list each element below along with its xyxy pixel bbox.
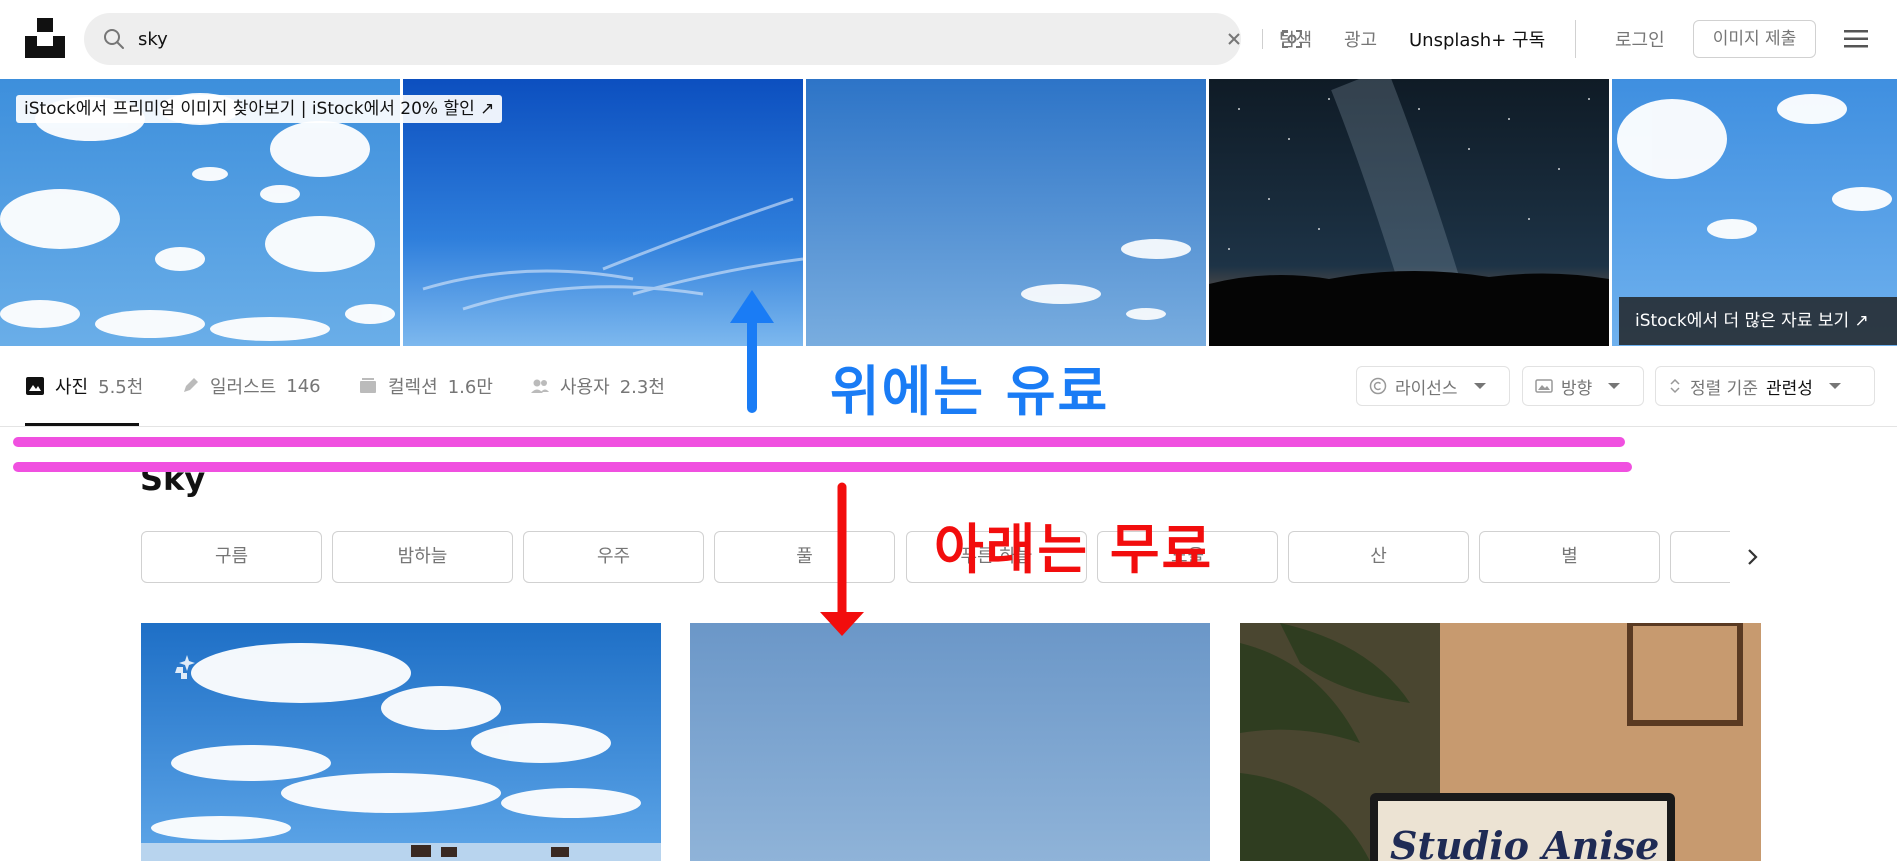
sort-icon	[1670, 378, 1680, 394]
submit-image-button[interactable]: 이미지 제출	[1693, 20, 1816, 58]
unsplash-plus-icon	[175, 655, 195, 679]
search-bar	[84, 13, 1302, 65]
chevron-down-icon	[1608, 383, 1621, 389]
search-divider	[1262, 29, 1263, 49]
license-dropdown[interactable]: 라이선스	[1356, 366, 1510, 406]
license-label: 라이선스	[1395, 378, 1458, 399]
clear-search-icon[interactable]	[1222, 27, 1246, 51]
tab-users-label: 사용자	[560, 377, 610, 398]
photo-card-3[interactable]: Studio Anise	[1240, 623, 1761, 861]
orientation-icon	[1535, 379, 1553, 393]
sort-dropdown[interactable]: 정렬 기준 관련성	[1655, 366, 1875, 406]
tab-photos[interactable]: 사진 5.5천	[25, 374, 143, 398]
search-input[interactable]	[138, 25, 1138, 53]
tab-users[interactable]: 사용자 2.3천	[530, 374, 665, 398]
tab-photos-label: 사진	[55, 377, 89, 398]
collection-icon	[360, 378, 376, 393]
users-icon	[531, 379, 549, 393]
orientation-label: 방향	[1561, 378, 1593, 399]
chevron-down-icon	[1473, 383, 1486, 389]
studio-anise-logo: Studio Anise	[1390, 823, 1659, 861]
login-link[interactable]: 로그인	[1615, 26, 1665, 52]
annotation-free-label: 아래는 무료	[934, 518, 1214, 581]
nav-advertise[interactable]: 광고	[1344, 26, 1377, 52]
tab-illustrations[interactable]: 일러스트 146	[180, 374, 321, 398]
nav-explore[interactable]: 탐색	[1279, 26, 1312, 52]
chip-stars[interactable]: 별	[1479, 531, 1660, 583]
chip-mountain[interactable]: 산	[1288, 531, 1469, 583]
top-header: 탐색 광고 Unsplash+ 구독 로그인 이미지 제출	[0, 0, 1897, 79]
tab-illustrations-count: 146	[286, 375, 321, 397]
istock-promo-tag[interactable]: iStock에서 프리미엄 이미지 찾아보기 | iStock에서 20% 할인…	[16, 95, 503, 123]
hamburger-menu-icon[interactable]	[1844, 28, 1868, 50]
chip-space[interactable]: 우주	[523, 531, 704, 583]
page-title: Sky	[140, 460, 206, 498]
chevron-right-icon[interactable]	[1740, 545, 1764, 569]
tab-users-count: 2.3천	[619, 377, 665, 398]
banner-image-4[interactable]	[1209, 79, 1609, 346]
image-icon	[26, 377, 44, 395]
nav-unsplash-plus[interactable]: Unsplash+ 구독	[1409, 26, 1545, 52]
orientation-dropdown[interactable]: 방향	[1522, 366, 1644, 406]
tab-collections-label: 컬렉션	[388, 377, 438, 398]
photo-card-1[interactable]	[141, 623, 661, 861]
unsplash-logo[interactable]	[25, 18, 65, 58]
pen-icon	[184, 378, 198, 392]
tab-collections-count: 1.6만	[447, 377, 493, 398]
istock-more-link[interactable]: iStock에서 더 많은 자료 보기 ↗	[1619, 297, 1897, 345]
tab-collections[interactable]: 컬렉션 1.6만	[358, 374, 493, 398]
tab-illustrations-label: 일러스트	[210, 377, 277, 398]
banner-image-3[interactable]	[806, 79, 1206, 346]
active-tab-indicator	[25, 423, 139, 426]
search-icon[interactable]	[102, 27, 126, 51]
sort-value: 관련성	[1765, 378, 1813, 399]
chip-clouds[interactable]: 구름	[141, 531, 322, 583]
chip-grass[interactable]: 풀	[714, 531, 895, 583]
nav-divider	[1575, 20, 1576, 58]
chip-night-sky[interactable]: 밤하늘	[332, 531, 513, 583]
copyright-icon	[1369, 377, 1387, 395]
chip-next-partial[interactable]	[1670, 531, 1730, 583]
chevron-down-icon	[1828, 383, 1841, 389]
annotation-paid-label: 위에는 유료	[830, 360, 1110, 423]
photo-card-2[interactable]	[690, 623, 1210, 861]
tab-photos-count: 5.5천	[98, 377, 144, 398]
sort-label: 정렬 기준	[1690, 378, 1758, 399]
